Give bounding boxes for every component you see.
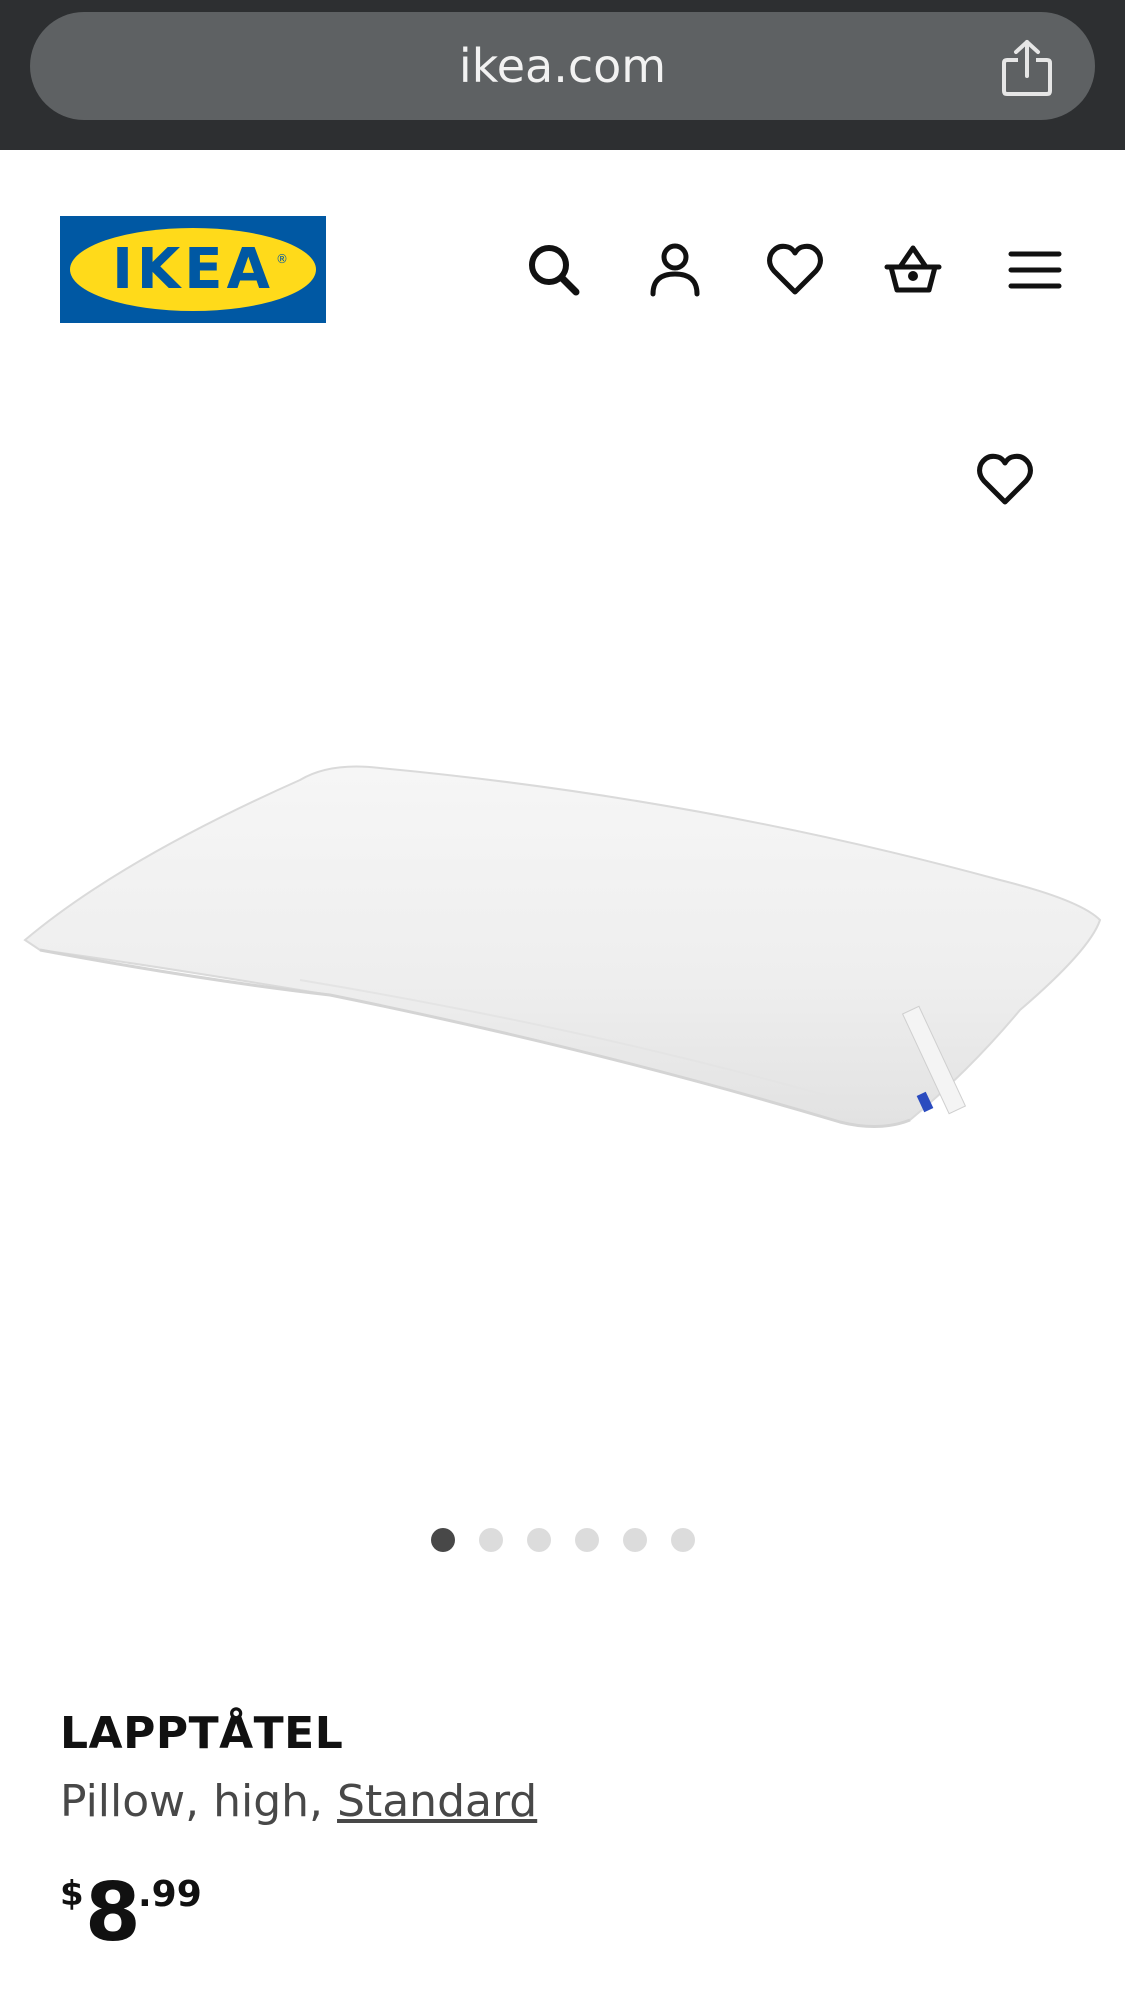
registered-mark: ®: [276, 252, 288, 266]
site-header: IKEA ®: [0, 150, 1125, 370]
menu-icon[interactable]: [1005, 240, 1065, 300]
ikea-logo[interactable]: IKEA ®: [60, 216, 326, 323]
pagination-dot[interactable]: [671, 1528, 695, 1552]
product-description-text: Pillow, high,: [60, 1776, 338, 1827]
product-gallery[interactable]: [0, 370, 1125, 1560]
logo-oval: IKEA ®: [70, 228, 316, 311]
price-integer: 8: [85, 1866, 141, 1959]
pagination-dot[interactable]: [623, 1528, 647, 1552]
pagination-dot[interactable]: [575, 1528, 599, 1552]
product-description: Pillow, high, Standard: [60, 1776, 537, 1827]
basket-icon[interactable]: [883, 240, 943, 300]
pagination-dot[interactable]: [527, 1528, 551, 1552]
heart-icon[interactable]: [765, 240, 825, 300]
logo-text: IKEA: [112, 237, 274, 302]
pagination-dot[interactable]: [479, 1528, 503, 1552]
favorite-heart-icon[interactable]: [975, 450, 1035, 510]
price-currency: $: [60, 1874, 84, 1914]
browser-bar: ikea.com: [0, 0, 1125, 150]
image-pagination: [0, 1528, 1125, 1558]
variant-link[interactable]: Standard: [337, 1776, 537, 1827]
url-text[interactable]: ikea.com: [30, 12, 1095, 120]
price-decimal: .99: [138, 1874, 202, 1915]
pillow-image[interactable]: [0, 650, 1125, 1250]
share-icon[interactable]: [999, 38, 1055, 98]
product-name: LAPPTÅTEL: [60, 1708, 344, 1759]
search-icon[interactable]: [524, 240, 584, 300]
account-icon[interactable]: [645, 240, 705, 300]
pagination-dot[interactable]: [431, 1528, 455, 1552]
address-bar[interactable]: ikea.com: [30, 12, 1095, 120]
